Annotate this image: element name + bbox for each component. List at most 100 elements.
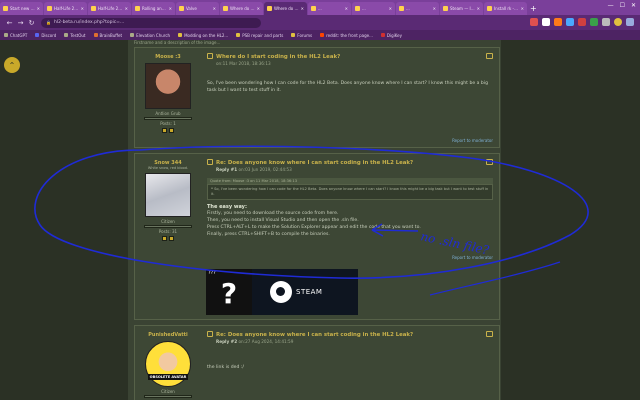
profile-icon[interactable]: [162, 236, 167, 241]
close-icon[interactable]: ✕: [213, 6, 216, 11]
close-icon[interactable]: ✕: [521, 6, 524, 11]
close-icon[interactable]: ✕: [257, 6, 260, 11]
report-link[interactable]: Report to moderator: [452, 255, 493, 260]
message-icon[interactable]: [169, 236, 174, 241]
browser-tab[interactable]: Half-Life 2 Beta...✕: [44, 2, 87, 15]
rank-bar: [144, 117, 192, 120]
site-favicon: [443, 6, 448, 11]
quote-icon[interactable]: [486, 159, 493, 165]
folder-icon: [178, 33, 183, 37]
quote-icon[interactable]: [486, 331, 493, 337]
bookmark-reddit[interactable]: reddit: the front page...: [320, 33, 373, 38]
avatar[interactable]: [145, 173, 191, 217]
site-favicon: [223, 6, 228, 11]
tab-strip: Start new topic✕ Half-Life 2 Beta...✕ Ha…: [0, 0, 640, 15]
quote-icon[interactable]: [486, 53, 493, 59]
close-icon[interactable]: ✕: [37, 6, 40, 11]
top-strip: Firstname and a description of the image…: [134, 40, 221, 45]
close-icon[interactable]: ✕: [389, 6, 392, 11]
forum-post: Moose :3 Antlion Grub Posts: 1 Where do …: [134, 47, 500, 148]
extension-icon[interactable]: [590, 18, 598, 26]
minimize-icon[interactable]: —: [608, 2, 614, 9]
extension-icon[interactable]: [578, 18, 586, 26]
maximize-icon[interactable]: ☐: [620, 2, 625, 9]
bookmark-icon: [93, 33, 98, 37]
avatar[interactable]: [145, 63, 191, 109]
back-icon[interactable]: ←: [4, 19, 15, 27]
forward-icon[interactable]: →: [15, 19, 26, 27]
browser-tab[interactable]: Steam — Install✕: [440, 2, 483, 15]
new-tab-button[interactable]: +: [530, 2, 537, 15]
browser-tab[interactable]: Half-Life 2 Beta...✕: [88, 2, 131, 15]
bookmark-digikey[interactable]: DigiKey: [380, 33, 402, 38]
author-rank: Antlion Grub: [155, 111, 181, 116]
bookmark-icon: [130, 33, 135, 37]
puzzle-icon[interactable]: [602, 18, 610, 26]
bookmark-icon: [380, 33, 385, 37]
browser-tab[interactable]: Install rk - Beyond Reh...✕: [484, 2, 527, 15]
report-link[interactable]: Report to moderator: [452, 138, 493, 143]
author-name[interactable]: Moose :3: [135, 54, 201, 60]
browser-tab[interactable]: Start new topic✕: [0, 2, 43, 15]
post-meta: Reply #1 on:03 Jun 2019, 02:44:53: [216, 167, 292, 172]
post-title[interactable]: Re: Does anyone know where I can start c…: [207, 159, 493, 166]
post-author: Snow 344 White snow, red blood. Citizen …: [135, 154, 201, 241]
url-input[interactable]: 🔒 hl2-beta.ru/index.php?topic=...: [41, 17, 261, 28]
site-favicon: [267, 6, 272, 11]
post-icon: [207, 331, 213, 337]
bookmark-chatgpt[interactable]: ChatGPT: [4, 33, 27, 38]
browser-tab[interactable]: Valve ✕: [176, 2, 219, 15]
browser-tab[interactable]: ... ✕: [352, 2, 395, 15]
bookmark-brainbuffet[interactable]: BrainBuffet: [93, 33, 122, 38]
bookmark-discord[interactable]: Discord: [35, 33, 56, 38]
close-icon[interactable]: ✕: [125, 6, 128, 11]
post-title[interactable]: Re: Does anyone know where I can start c…: [207, 331, 493, 338]
post-lines: Firstly, you need to download the source…: [207, 210, 493, 238]
author-name[interactable]: PunishedVatti: [135, 332, 201, 338]
bookmark-modding[interactable]: Modding on the HL2...: [178, 33, 228, 38]
post-title[interactable]: Where do I start coding in the HL2 Leak?: [207, 53, 493, 60]
message-icon[interactable]: [169, 128, 174, 133]
menu-icon[interactable]: [626, 18, 634, 26]
close-icon[interactable]: ✕: [477, 6, 480, 11]
reload-icon[interactable]: ↻: [26, 19, 37, 27]
bookmark-psb[interactable]: PSB repair and parts: [236, 33, 283, 38]
profile-icon[interactable]: [162, 128, 167, 133]
close-window-icon[interactable]: ✕: [631, 2, 636, 9]
bookmarks-bar: ChatGPT Discord TestOut BrainBuffet Elev…: [0, 30, 640, 40]
close-icon[interactable]: ✕: [433, 6, 436, 11]
browser-tab-active[interactable]: Where do I start codi...✕: [264, 2, 307, 15]
extension-icon[interactable]: [542, 18, 550, 26]
close-icon[interactable]: ✕: [169, 6, 172, 11]
avatar[interactable]: OBSOLETE AVATAR: [145, 341, 191, 387]
post-line: Then, you need to install Visual Studio …: [207, 218, 359, 223]
browser-tab[interactable]: Rolling animation✕: [132, 2, 175, 15]
post-author: PunishedVatti OBSOLETE AVATAR Citizen: [135, 326, 201, 399]
close-icon[interactable]: ✕: [345, 6, 348, 11]
bookmark-testout[interactable]: TestOut: [64, 33, 86, 38]
browser-tab[interactable]: ... ✕: [396, 2, 439, 15]
bookmark-forums[interactable]: Forums: [291, 33, 312, 38]
steam-banner[interactable]: STEAM: [252, 269, 358, 315]
extension-icon[interactable]: [566, 18, 574, 26]
extension-icon[interactable]: [530, 18, 538, 26]
close-icon[interactable]: ✕: [301, 6, 304, 11]
bookmark-icon: [35, 33, 40, 37]
post-icon: [207, 159, 213, 165]
bookmark-icon: [320, 33, 325, 37]
quote-block: ❝ So, I've been wondering how I can code…: [207, 184, 493, 200]
chevron-up-icon: ⌃: [8, 60, 16, 70]
post-body: Where do I start coding in the HL2 Leak?…: [207, 48, 493, 94]
post-text: the link is ded :/: [207, 365, 244, 370]
author-icons: [135, 236, 201, 241]
scroll-top-button[interactable]: ⌃: [4, 57, 20, 73]
browser-tab[interactable]: Where do I start co...✕: [220, 2, 263, 15]
close-icon[interactable]: ✕: [81, 6, 84, 11]
bookmark-elevation[interactable]: Elevation Church: [130, 33, 170, 38]
browser-tab[interactable]: ... ✕: [308, 2, 351, 15]
extension-icons: [530, 18, 634, 26]
extension-icon[interactable]: [554, 18, 562, 26]
site-favicon: [487, 6, 492, 11]
post-line[interactable]: Firstly, you need to download the source…: [207, 210, 493, 217]
profile-avatar[interactable]: [614, 18, 622, 26]
